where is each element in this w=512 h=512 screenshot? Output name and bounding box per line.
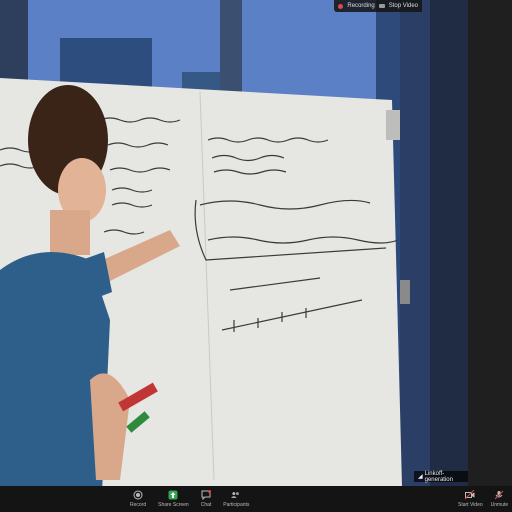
- recording-label: Recording: [347, 3, 375, 9]
- mic-off-icon: [494, 490, 504, 500]
- toolbar-center-group: Record Share Screen Chat Participants: [130, 486, 249, 512]
- chat-button[interactable]: Chat: [200, 486, 212, 512]
- participants-button[interactable]: Participants: [223, 486, 249, 512]
- unmute-button[interactable]: Unmute: [490, 486, 509, 512]
- video-stage: Recording Stop Video ◢ Linkoff-generatio…: [0, 0, 468, 486]
- participant-name-label: ◢ Linkoff-generation: [414, 470, 468, 483]
- start-video-label: Start Video: [458, 502, 483, 508]
- presenter-neck: [50, 210, 90, 255]
- building: [60, 38, 152, 88]
- record-button[interactable]: Record: [130, 486, 146, 512]
- meeting-toolbar: Record Share Screen Chat Participants St…: [0, 486, 512, 512]
- whiteboard-bracket: [400, 280, 410, 304]
- share-screen-label: Share Screen: [158, 502, 189, 508]
- video-off-icon: [465, 490, 475, 500]
- video-frame: [0, 0, 468, 486]
- dark-edge-right: [430, 0, 468, 486]
- camera-icon: [378, 4, 385, 8]
- record-label: Record: [130, 502, 147, 508]
- participants-icon: [231, 490, 241, 500]
- record-icon: [133, 490, 143, 500]
- participant-name: Linkoff-generation: [424, 470, 453, 483]
- recording-indicator: Recording Stop Video: [334, 0, 422, 12]
- start-video-button[interactable]: Start Video: [458, 486, 483, 512]
- toolbar-right-group: Start Video Unmute: [458, 486, 508, 512]
- participants-label: Participants: [223, 502, 249, 508]
- unmute-label: Unmute: [490, 502, 509, 508]
- mic-muted-icon: ◢: [418, 474, 423, 480]
- share-screen-icon: [168, 490, 178, 500]
- participants-label-text: Participants: [223, 502, 250, 508]
- whiteboard-tray: [386, 110, 400, 140]
- stop-video-label[interactable]: Stop Video: [389, 3, 418, 9]
- right-panel: [468, 0, 512, 486]
- chat-icon: [201, 490, 211, 500]
- share-screen-button[interactable]: Share Screen: [158, 486, 189, 512]
- chat-label: Chat: [200, 502, 212, 508]
- recording-dot-icon: [338, 3, 344, 9]
